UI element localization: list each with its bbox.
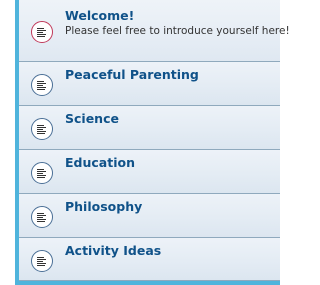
forum-read-icon bbox=[31, 74, 53, 96]
forum-title-link[interactable]: Science bbox=[65, 111, 119, 126]
forum-row-science[interactable]: Science bbox=[19, 106, 280, 150]
forum-row-education[interactable]: Education bbox=[19, 150, 280, 194]
forum-row-philosophy[interactable]: Philosophy bbox=[19, 194, 280, 238]
forum-row-activity-ideas[interactable]: Activity Ideas bbox=[19, 238, 280, 281]
forum-title-link[interactable]: Peaceful Parenting bbox=[65, 67, 199, 82]
forum-read-icon bbox=[31, 162, 53, 184]
forum-description: Please feel free to introduce yourself h… bbox=[65, 25, 290, 37]
forum-title-link[interactable]: Education bbox=[65, 155, 135, 170]
forum-title-link[interactable]: Welcome! bbox=[65, 8, 134, 23]
forum-title-link[interactable]: Philosophy bbox=[65, 199, 142, 214]
forum-row-peaceful-parenting[interactable]: Peaceful Parenting bbox=[19, 62, 280, 106]
forum-title-link[interactable]: Activity Ideas bbox=[65, 243, 161, 258]
forum-read-icon bbox=[31, 118, 53, 140]
forum-row-welcome[interactable]: Welcome! Please feel free to introduce y… bbox=[19, 0, 290, 62]
forum-read-icon bbox=[31, 250, 53, 272]
forum-unread-icon bbox=[31, 21, 53, 43]
forum-read-icon bbox=[31, 206, 53, 228]
forum-list: Welcome! Please feel free to introduce y… bbox=[15, 0, 290, 285]
